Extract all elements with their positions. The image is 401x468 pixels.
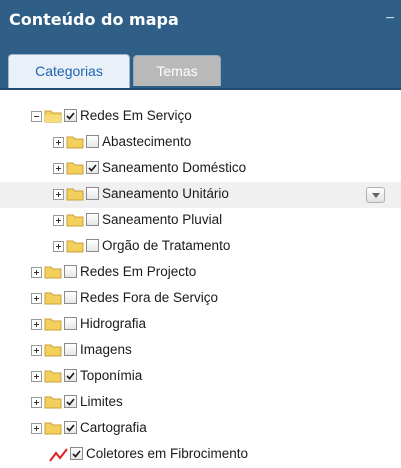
expand-node-icon[interactable] (53, 163, 64, 174)
expand-node-icon[interactable] (31, 397, 42, 408)
folder-icon (44, 370, 62, 383)
expand-node-icon[interactable] (31, 293, 42, 304)
tree-item-label: Hidrografia (80, 316, 147, 331)
layer-checkbox[interactable] (86, 213, 99, 226)
tree-item-label: Redes Em Projecto (80, 264, 197, 279)
folder-icon (66, 162, 84, 175)
layer-checkbox[interactable] (64, 369, 77, 382)
tree-item-label: Saneamento Unitário (102, 186, 229, 201)
folder-icon (66, 188, 84, 201)
expand-node-icon[interactable] (53, 241, 64, 252)
collapse-icon[interactable]: − (383, 10, 397, 28)
tree-item-saneamento-unitario[interactable]: Saneamento Unitário (0, 182, 401, 208)
folder-icon (66, 214, 84, 227)
tree-item-imagens[interactable]: Imagens (0, 338, 401, 364)
tree-item-label: Saneamento Doméstico (102, 160, 247, 175)
folder-icon (44, 292, 62, 305)
tree-item-label: Imagens (80, 342, 132, 357)
collapse-node-icon[interactable] (31, 111, 42, 122)
tree-item-cartografia[interactable]: Cartografia (0, 416, 401, 442)
folder-open-icon (44, 110, 62, 123)
tree-item-label: Toponímia (80, 368, 143, 383)
expand-node-icon[interactable] (31, 345, 42, 356)
folder-icon (66, 240, 84, 253)
folder-icon (44, 344, 62, 357)
tree-item-saneamento-domestico[interactable]: Saneamento Doméstico (0, 156, 401, 182)
tab-categorias[interactable]: Categorias (8, 54, 130, 88)
folder-icon (44, 266, 62, 279)
tree-item-hidrografia[interactable]: Hidrografia (0, 312, 401, 338)
tree-item-saneamento-pluvial[interactable]: Saneamento Pluvial (0, 208, 401, 234)
layer-checkbox[interactable] (86, 187, 99, 200)
tree-item-label: Abastecimento (102, 134, 192, 149)
layer-checkbox[interactable] (86, 239, 99, 252)
layer-tree: Redes Em Serviço Abastecimento Saneament… (0, 90, 401, 468)
expand-node-icon[interactable] (31, 319, 42, 330)
expand-node-icon[interactable] (53, 189, 64, 200)
expand-node-icon[interactable] (31, 423, 42, 434)
layer-checkbox[interactable] (64, 395, 77, 408)
layer-checkbox[interactable] (64, 421, 77, 434)
panel-title: Conteúdo do mapa (9, 10, 179, 29)
tree-item-label: Limites (80, 394, 123, 409)
tree-item-coletores-em-fibrocimento[interactable]: Coletores em Fibrocimento (0, 442, 401, 468)
layer-checkbox[interactable] (64, 291, 77, 304)
expand-node-icon[interactable] (53, 137, 64, 148)
expand-node-icon[interactable] (31, 267, 42, 278)
layer-checkbox[interactable] (64, 109, 77, 122)
tree-item-label: Redes Fora de Serviço (80, 290, 219, 305)
tree-item-redes-fora-de-servico[interactable]: Redes Fora de Serviço (0, 286, 401, 312)
tree-item-label: Redes Em Serviço (80, 108, 192, 123)
layer-checkbox[interactable] (70, 447, 83, 460)
tree-item-redes-em-projecto[interactable]: Redes Em Projecto (0, 260, 401, 286)
layer-checkbox[interactable] (64, 343, 77, 356)
tree-item-toponimia[interactable]: Toponímia (0, 364, 401, 390)
expand-node-icon[interactable] (53, 215, 64, 226)
tree-item-label: Coletores em Fibrocimento (86, 446, 249, 461)
folder-icon (44, 396, 62, 409)
panel-header: Conteúdo do mapa − (0, 0, 401, 46)
tree-item-abastecimento[interactable]: Abastecimento (0, 130, 401, 156)
tree-item-limites[interactable]: Limites (0, 390, 401, 416)
folder-icon (66, 136, 84, 149)
red-line-icon (49, 448, 68, 462)
tab-temas[interactable]: Temas (133, 55, 221, 86)
expand-node-icon[interactable] (31, 371, 42, 382)
tree-item-redes-em-servico[interactable]: Redes Em Serviço (0, 104, 401, 130)
tree-item-label: Cartografia (80, 420, 147, 435)
layer-checkbox[interactable] (86, 135, 99, 148)
layer-checkbox[interactable] (86, 161, 99, 174)
tree-item-orgao-de-tratamento[interactable]: Orgão de Tratamento (0, 234, 401, 260)
layer-checkbox[interactable] (64, 265, 77, 278)
layer-checkbox[interactable] (64, 317, 77, 330)
tab-bar: Categorias Temas (0, 46, 401, 90)
item-menu-button[interactable] (366, 187, 385, 203)
folder-icon (44, 318, 62, 331)
tree-item-label: Saneamento Pluvial (102, 212, 223, 227)
tree-item-label: Orgão de Tratamento (102, 238, 231, 253)
folder-icon (44, 422, 62, 435)
